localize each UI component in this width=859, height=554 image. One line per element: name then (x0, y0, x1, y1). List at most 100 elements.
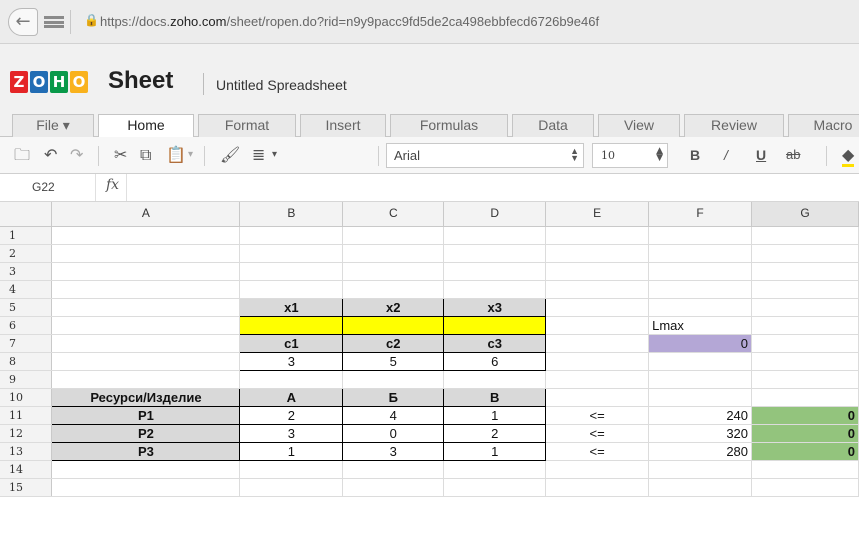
cell-b10[interactable]: А (239, 387, 344, 407)
cell[interactable] (751, 478, 859, 497)
row-header[interactable]: 2 (0, 244, 53, 263)
column-header-c[interactable]: C (342, 202, 445, 227)
cell[interactable] (648, 478, 753, 497)
cell-table[interactable]: A B C D E F G 1 2 3 4 5 x1 x2 x3 6 Lmax … (0, 202, 859, 497)
back-arrow-icon[interactable]: ← (8, 8, 38, 36)
row-header[interactable]: 8 (0, 352, 53, 371)
cell[interactable] (751, 334, 859, 353)
cell[interactable] (342, 262, 445, 281)
cell-e11[interactable]: <= (545, 406, 650, 425)
cell[interactable] (648, 388, 753, 407)
cell[interactable] (545, 226, 650, 245)
document-title[interactable]: Untitled Spreadsheet (216, 77, 347, 93)
cell[interactable] (342, 370, 445, 389)
cell-f12[interactable]: 320 (648, 424, 753, 443)
cell-c12[interactable]: 0 (342, 423, 445, 443)
row-header[interactable]: 11 (0, 406, 53, 425)
underline-button[interactable]: U (756, 146, 766, 164)
row-header[interactable]: 3 (0, 262, 53, 281)
cell[interactable] (239, 280, 344, 299)
cell-b13[interactable]: 1 (239, 441, 344, 461)
cell[interactable] (751, 460, 859, 479)
cell[interactable] (751, 226, 859, 245)
cell[interactable] (648, 244, 753, 263)
cell-b7[interactable]: c1 (239, 333, 344, 353)
cell-d13[interactable]: 1 (443, 441, 547, 461)
tab-macro[interactable]: Macro (788, 114, 859, 137)
font-family-select[interactable]: Arial ▲ ▼ (386, 143, 584, 168)
fill-color-icon[interactable]: ◆ (842, 146, 855, 167)
cell-d8[interactable]: 6 (443, 351, 547, 371)
cell-b5[interactable]: x1 (239, 297, 344, 317)
tab-home[interactable]: Home (98, 114, 194, 138)
redo-icon[interactable]: ↷ (70, 146, 83, 164)
cell[interactable] (443, 262, 547, 281)
url-field[interactable]: https://docs.zoho.com/sheet/ropen.do?rid… (100, 14, 599, 29)
cell[interactable] (239, 262, 344, 281)
column-header-g[interactable]: G (751, 202, 859, 227)
row-header[interactable]: 13 (0, 442, 53, 461)
menu-icon[interactable] (44, 16, 64, 28)
cell[interactable] (648, 298, 753, 317)
cell[interactable] (545, 244, 650, 263)
cell[interactable] (545, 262, 650, 281)
cell-b6[interactable] (239, 315, 344, 335)
tab-format[interactable]: Format (198, 114, 296, 137)
column-header-b[interactable]: B (239, 202, 344, 227)
cell[interactable] (342, 478, 445, 497)
cell[interactable] (443, 460, 547, 479)
cell-g12[interactable]: 0 (751, 424, 859, 443)
cell[interactable] (51, 280, 241, 299)
cell[interactable] (545, 298, 650, 317)
cut-icon[interactable]: ✂ (114, 146, 127, 164)
cell-a10[interactable]: Ресурси/Изделие (51, 387, 241, 407)
cell-c10[interactable]: Б (342, 387, 445, 407)
open-folder-icon[interactable]: 🗀 (14, 146, 30, 164)
font-size-select[interactable]: 10 ▲ ▼ (592, 143, 668, 168)
cell-b11[interactable]: 2 (239, 405, 344, 425)
tab-insert[interactable]: Insert (300, 114, 386, 137)
cell-c13[interactable]: 3 (342, 441, 445, 461)
cell[interactable] (545, 388, 650, 407)
function-icon[interactable]: fx (106, 177, 119, 193)
cell[interactable] (51, 298, 241, 317)
cell-e13[interactable]: <= (545, 442, 650, 461)
cell[interactable] (239, 460, 344, 479)
cell-f7[interactable]: 0 (648, 334, 753, 353)
cell-e12[interactable]: <= (545, 424, 650, 443)
cell-c6[interactable] (342, 315, 445, 335)
zoho-logo[interactable]: Z O H O (10, 71, 90, 96)
cell[interactable] (239, 478, 344, 497)
cell-d5[interactable]: x3 (443, 297, 547, 317)
row-header[interactable]: 1 (0, 226, 53, 245)
cell-c8[interactable]: 5 (342, 351, 445, 371)
row-header[interactable]: 6 (0, 316, 53, 335)
column-header-f[interactable]: F (648, 202, 753, 227)
cell[interactable] (751, 370, 859, 389)
cell[interactable] (342, 280, 445, 299)
cell[interactable] (342, 244, 445, 263)
cell[interactable] (443, 478, 547, 497)
cell-a11[interactable]: P1 (51, 405, 241, 425)
row-header[interactable]: 10 (0, 388, 53, 407)
cell[interactable] (239, 226, 344, 245)
paste-icon[interactable]: 📋 (166, 146, 186, 164)
cell-f13[interactable]: 280 (648, 442, 753, 461)
tab-data[interactable]: Data (512, 114, 594, 137)
cell-b8[interactable]: 3 (239, 351, 344, 371)
cell-b12[interactable]: 3 (239, 423, 344, 443)
tab-formulas[interactable]: Formulas (390, 114, 508, 137)
cell[interactable] (751, 262, 859, 281)
row-header[interactable]: 12 (0, 424, 53, 443)
cell[interactable] (342, 460, 445, 479)
strikethrough-button[interactable]: ab (786, 146, 800, 164)
cell[interactable] (648, 352, 753, 371)
cell[interactable] (443, 244, 547, 263)
cell[interactable] (51, 244, 241, 263)
column-header-e[interactable]: E (545, 202, 650, 227)
cell[interactable] (51, 262, 241, 281)
tab-review[interactable]: Review (684, 114, 784, 137)
row-header[interactable]: 7 (0, 334, 53, 353)
cell-g13[interactable]: 0 (751, 442, 859, 461)
spreadsheet-grid[interactable]: A B C D E F G 1 2 3 4 5 x1 x2 x3 6 Lmax … (0, 202, 859, 554)
